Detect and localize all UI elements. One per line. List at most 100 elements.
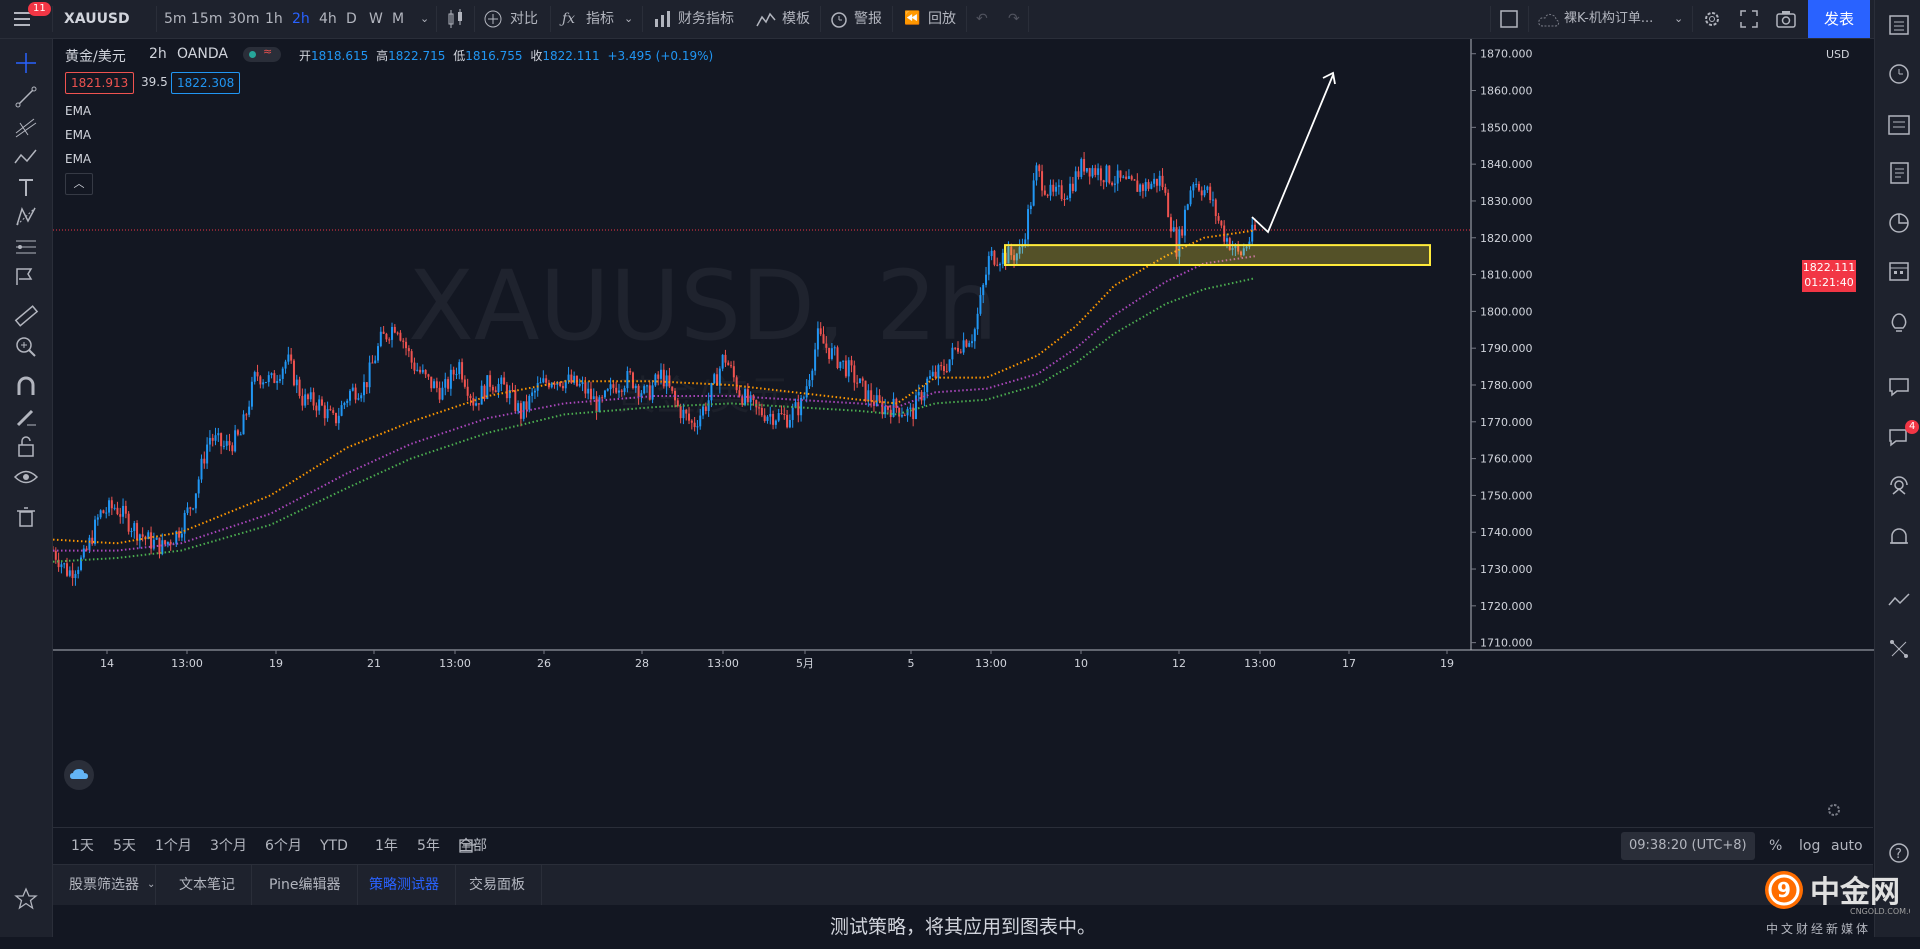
cloud-sync-icon[interactable] [64, 760, 94, 790]
interval-M[interactable]: M [392, 0, 404, 38]
streams-icon[interactable] [1886, 474, 1912, 500]
collapse-legend-button[interactable]: ︿ [65, 173, 93, 195]
crosshair-icon[interactable] [12, 49, 40, 77]
clock-timezone[interactable]: 09:38:20 (UTC+8) [1621, 832, 1755, 860]
fib-retracement-icon[interactable] [12, 113, 40, 141]
candle-style-icon[interactable] [446, 9, 466, 33]
redo-icon[interactable]: ↷ [1008, 0, 1020, 38]
alerts-clock-icon[interactable] [1886, 60, 1912, 86]
candle-body [138, 534, 141, 541]
interval-1h[interactable]: 1h [265, 0, 283, 38]
layout-name[interactable]: 裸K-机构订单... [1564, 0, 1653, 38]
notifications-bell-icon[interactable] [1886, 524, 1912, 550]
range-5[interactable]: 6个月 [265, 828, 302, 864]
camera-icon[interactable] [1776, 10, 1796, 32]
chevron-down-icon[interactable]: ⌄ [624, 0, 633, 38]
news-icon[interactable] [1886, 160, 1912, 186]
symbol-search[interactable]: XAUUSD [64, 0, 130, 38]
text-icon[interactable] [12, 173, 40, 201]
panel-tab-2[interactable]: 文本笔记 [163, 865, 252, 905]
log-toggle[interactable]: log [1799, 828, 1820, 864]
zoom-in-icon[interactable] [12, 333, 40, 361]
range-2[interactable]: 5天 [113, 828, 136, 864]
pattern-icon[interactable] [12, 143, 40, 171]
interval-30m[interactable]: 30m [228, 0, 259, 38]
interval-15m[interactable]: 15m [191, 0, 222, 38]
candle-body [54, 550, 57, 560]
percent-toggle[interactable]: % [1769, 828, 1782, 864]
chevron-down-icon[interactable]: ⌄ [420, 0, 429, 38]
chat-icon[interactable] [1886, 374, 1912, 400]
help-icon[interactable]: ? [1886, 840, 1912, 866]
symbol-title[interactable]: 黄金/美元 [65, 46, 126, 66]
top-toolbar: 11 XAUUSD 5m 15m 30m 1h 2h 4h D W M ⌄ 对比 ƒx 指标 ⌄ … [0, 0, 1920, 39]
interval-W[interactable]: W [369, 0, 383, 38]
ideas-lightbulb-icon[interactable] [1886, 310, 1912, 336]
calendar-icon[interactable] [1886, 258, 1912, 284]
ema-indicator-2[interactable]: EMA [65, 128, 91, 142]
panel-tab-1[interactable]: 股票筛选器 [53, 865, 156, 905]
favorites-star-icon[interactable] [12, 885, 40, 913]
fullscreen-toggle-icon[interactable] [1500, 10, 1518, 32]
candle-body [348, 390, 351, 401]
axis-settings-gear-icon[interactable] [1826, 802, 1842, 822]
dom-icon[interactable] [1886, 636, 1912, 662]
range-8[interactable]: 5年 [417, 828, 440, 864]
settings-gear-icon[interactable] [1702, 9, 1722, 33]
panel-tab-4[interactable]: 策略测试器 [353, 865, 456, 905]
sell-price-button[interactable]: 1821.913 [65, 72, 135, 94]
range-4[interactable]: 3个月 [210, 828, 247, 864]
templates-button[interactable]: 模板 [782, 0, 810, 38]
indicators-button[interactable]: 指标 [586, 0, 614, 38]
xabcd-pattern-icon[interactable] [12, 203, 40, 231]
order-panel-icon[interactable] [1886, 588, 1912, 614]
trend-line-icon[interactable] [12, 83, 40, 111]
ema-indicator-3[interactable]: EMA [65, 152, 91, 166]
hotlist-icon[interactable] [1886, 210, 1912, 236]
panel-tab-3[interactable]: Pine编辑器 [253, 865, 358, 905]
interval-2h[interactable]: 2h [292, 0, 310, 38]
compare-icon[interactable] [484, 10, 502, 32]
auto-toggle[interactable]: auto [1831, 828, 1863, 864]
candle-body [671, 386, 674, 391]
alert-button[interactable]: 警报 [854, 0, 882, 38]
fullscreen-icon[interactable] [1740, 10, 1758, 32]
candle-body [519, 403, 522, 419]
eye-icon[interactable] [12, 463, 40, 491]
prediction-icon[interactable] [12, 233, 40, 261]
panel-tab-5[interactable]: 交易面板 [453, 865, 542, 905]
candle-body [245, 414, 248, 416]
candle-body [340, 405, 343, 416]
interval-D[interactable]: D [346, 0, 357, 38]
interval-4h[interactable]: 4h [319, 0, 337, 38]
go-to-date-icon[interactable] [459, 838, 477, 858]
chevron-down-icon[interactable]: ⌄ [147, 865, 155, 905]
chevron-down-icon[interactable]: ⌄ [1674, 0, 1683, 38]
range-1[interactable]: 1天 [71, 828, 94, 864]
ruler-icon[interactable] [12, 303, 40, 331]
stay-drawing-icon[interactable] [12, 403, 40, 431]
ema-indicator-1[interactable]: EMA [65, 104, 91, 118]
trash-icon[interactable] [12, 503, 40, 531]
replay-button[interactable]: 回放 [928, 0, 956, 38]
icon-tool-icon[interactable] [12, 263, 40, 291]
candle-body [500, 377, 503, 384]
publish-button[interactable]: 发表 [1808, 0, 1870, 38]
data-window-icon[interactable] [1886, 112, 1912, 138]
candle-body [405, 341, 408, 349]
compare-button[interactable]: 对比 [510, 0, 538, 38]
range-7[interactable]: 1年 [375, 828, 398, 864]
watchlist-icon[interactable] [1886, 12, 1912, 38]
lock-icon[interactable] [12, 433, 40, 461]
interval-5m[interactable]: 5m [164, 0, 187, 38]
range-6[interactable]: YTD [320, 828, 348, 864]
financials-button[interactable]: 财务指标 [678, 0, 734, 38]
x-tick-label: 28 [635, 657, 649, 670]
candle-body [945, 370, 948, 372]
candle-body [724, 354, 727, 363]
magnet-icon[interactable] [12, 373, 40, 401]
range-3[interactable]: 1个月 [155, 828, 192, 864]
buy-price-button[interactable]: 1822.308 [171, 72, 241, 94]
price-chart[interactable]: XAUUSD, 2h 黄金/美元 1870.000 1860.000 1850.000 1… [53, 39, 1874, 799]
undo-icon[interactable]: ↶ [976, 0, 988, 38]
